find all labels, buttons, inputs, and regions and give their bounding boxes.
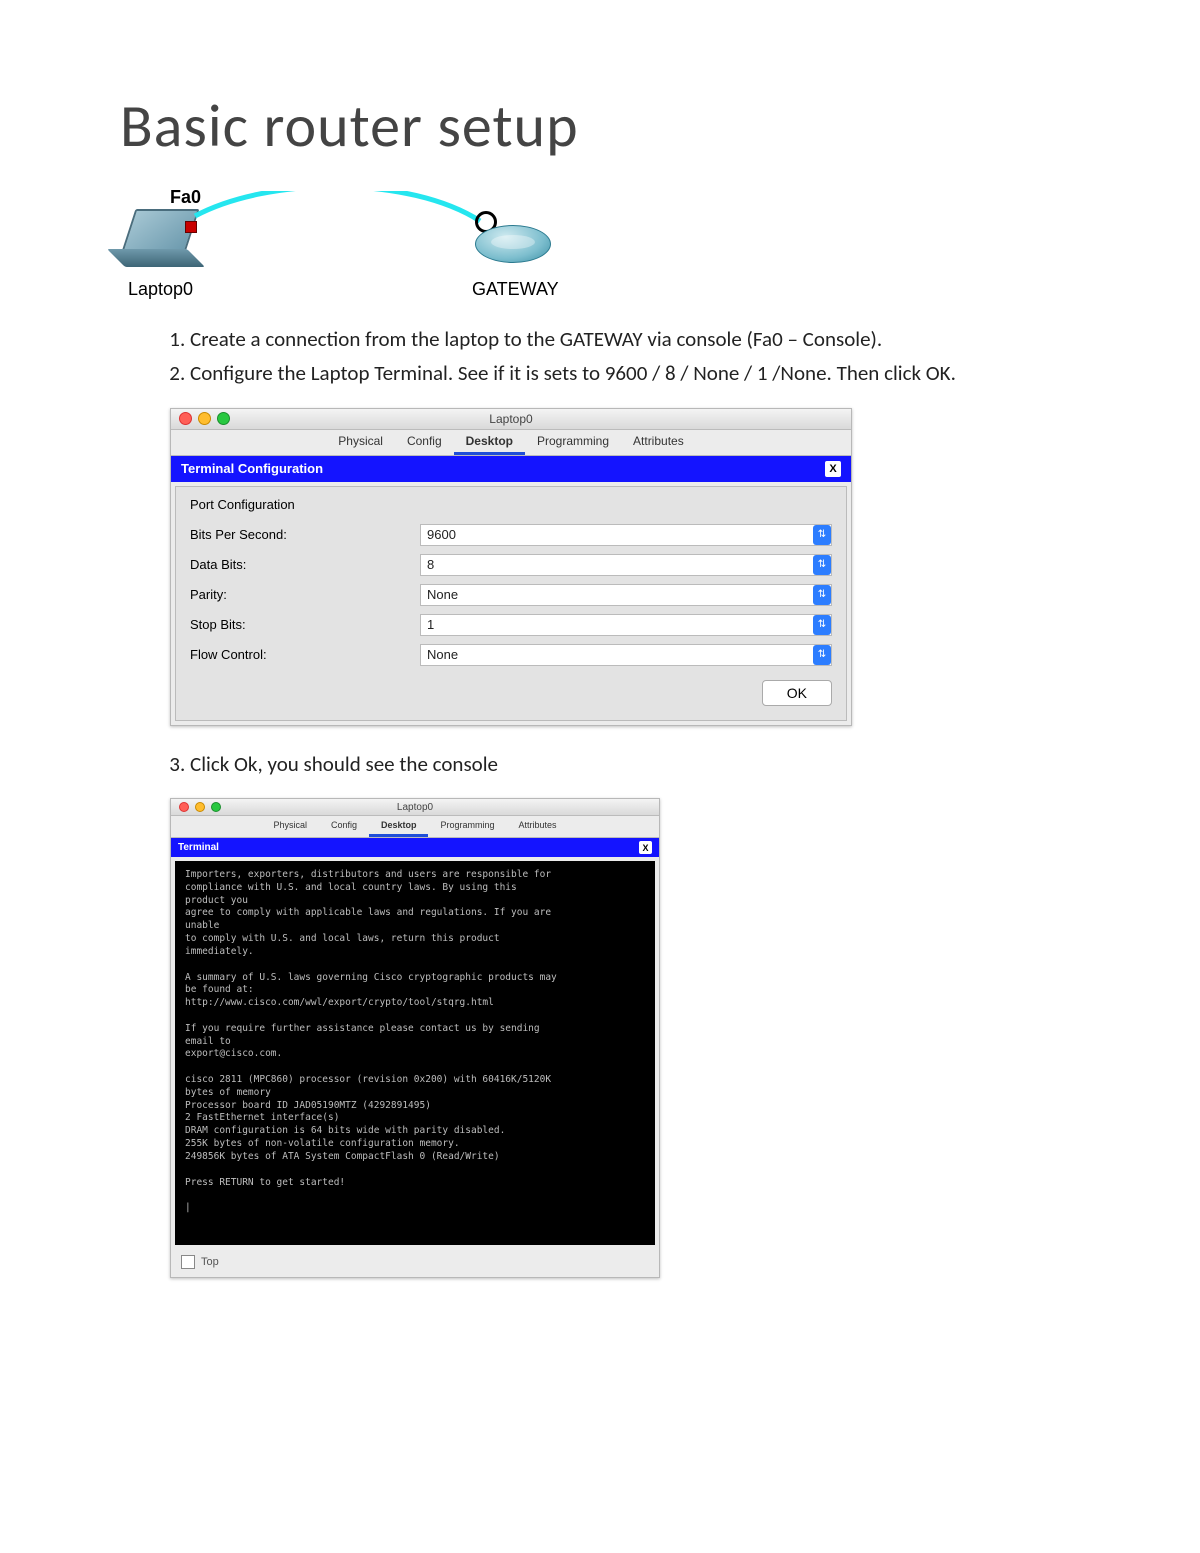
page-title: Basic router setup	[120, 90, 1080, 163]
select-stop-bits[interactable]: 1 ⇅	[420, 614, 832, 636]
label-stop-bits: Stop Bits:	[190, 617, 420, 632]
tab-bar: Physical Config Desktop Programming Attr…	[171, 430, 851, 456]
port-config-panel: Port Configuration Bits Per Second: 9600…	[175, 486, 847, 721]
select-data-bits[interactable]: 8 ⇅	[420, 554, 832, 576]
chevron-updown-icon: ⇅	[813, 555, 831, 575]
tab-physical[interactable]: Physical	[326, 430, 395, 455]
select-bits-per-second[interactable]: 9600 ⇅	[420, 524, 832, 546]
document-page: Basic router setup Fa0 Laptop0 GATEWAY C…	[0, 0, 1200, 1553]
window-title: Laptop0	[171, 412, 851, 426]
tab-programming[interactable]: Programming	[428, 816, 506, 837]
panel-header: Terminal X	[171, 838, 659, 857]
value-bits-per-second: 9600	[427, 527, 456, 542]
label-data-bits: Data Bits:	[190, 557, 420, 572]
console-footer: Top	[171, 1249, 659, 1277]
port-config-subheader: Port Configuration	[190, 497, 832, 512]
console-output[interactable]: Importers, exporters, distributors and u…	[175, 861, 655, 1245]
tab-programming[interactable]: Programming	[525, 430, 621, 455]
console-cable	[190, 191, 490, 241]
value-stop-bits: 1	[427, 617, 434, 632]
select-flow-control[interactable]: None ⇅	[420, 644, 832, 666]
tab-bar: Physical Config Desktop Programming Attr…	[171, 816, 659, 838]
panel-close-button[interactable]: X	[825, 461, 841, 477]
tab-config[interactable]: Config	[395, 430, 454, 455]
ok-button[interactable]: OK	[762, 680, 832, 706]
terminal-config-window: Laptop0 Physical Config Desktop Programm…	[170, 408, 852, 726]
step-2: Configure the Laptop Terminal. See if it…	[190, 359, 1080, 387]
value-flow-control: None	[427, 647, 458, 662]
tab-physical[interactable]: Physical	[261, 816, 319, 837]
row-bits-per-second: Bits Per Second: 9600 ⇅	[190, 524, 832, 546]
tab-desktop[interactable]: Desktop	[454, 430, 525, 455]
value-data-bits: 8	[427, 557, 434, 572]
chevron-updown-icon: ⇅	[813, 645, 831, 665]
window-titlebar: Laptop0	[171, 409, 851, 430]
chevron-updown-icon: ⇅	[813, 585, 831, 605]
row-data-bits: Data Bits: 8 ⇅	[190, 554, 832, 576]
chevron-updown-icon: ⇅	[813, 525, 831, 545]
step-3: Click Ok, you should see the console	[190, 750, 1080, 778]
router-icon	[475, 217, 555, 267]
diagram-gateway-label: GATEWAY	[472, 279, 559, 300]
row-flow-control: Flow Control: None ⇅	[190, 644, 832, 666]
row-parity: Parity: None ⇅	[190, 584, 832, 606]
tab-attributes[interactable]: Attributes	[621, 430, 696, 455]
window-title: Laptop0	[171, 802, 659, 813]
tab-config[interactable]: Config	[319, 816, 369, 837]
tab-attributes[interactable]: Attributes	[507, 816, 569, 837]
panel-header-label: Terminal	[178, 842, 219, 853]
top-checkbox[interactable]	[181, 1255, 195, 1269]
value-parity: None	[427, 587, 458, 602]
console-window: Laptop0 Physical Config Desktop Programm…	[170, 798, 660, 1278]
panel-header-label: Terminal Configuration	[181, 461, 323, 476]
tab-desktop[interactable]: Desktop	[369, 816, 429, 837]
instruction-list: Create a connection from the laptop to t…	[120, 325, 1080, 388]
step-1: Create a connection from the laptop to t…	[190, 325, 1080, 353]
select-parity[interactable]: None ⇅	[420, 584, 832, 606]
instruction-list-2: Click Ok, you should see the console	[120, 750, 1080, 778]
chevron-updown-icon: ⇅	[813, 615, 831, 635]
row-stop-bits: Stop Bits: 1 ⇅	[190, 614, 832, 636]
label-flow-control: Flow Control:	[190, 647, 420, 662]
label-parity: Parity:	[190, 587, 420, 602]
panel-close-button[interactable]: X	[639, 841, 652, 854]
panel-header: Terminal Configuration X	[171, 456, 851, 482]
window-titlebar: Laptop0	[171, 799, 659, 816]
diagram-laptop-label: Laptop0	[128, 279, 193, 300]
network-diagram: Fa0 Laptop0 GATEWAY	[120, 187, 620, 307]
top-label: Top	[201, 1256, 219, 1268]
label-bits-per-second: Bits Per Second:	[190, 527, 420, 542]
